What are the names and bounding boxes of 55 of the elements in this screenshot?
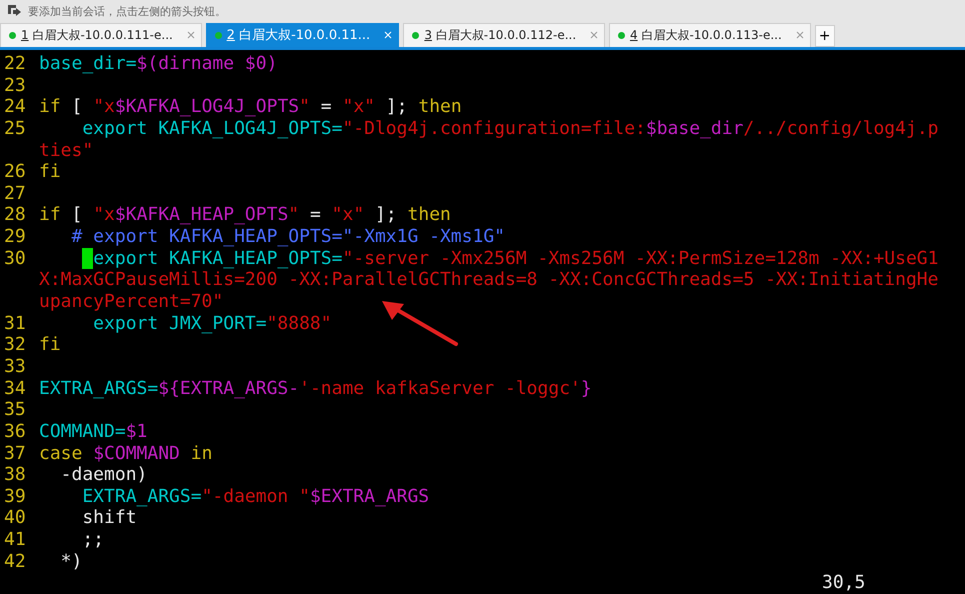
code-line: export JMX_PORT="8888" bbox=[92, 312, 332, 334]
code-line: upancyPercent=70" bbox=[39, 291, 224, 313]
code-line: fi bbox=[39, 334, 61, 356]
close-icon[interactable] bbox=[796, 31, 804, 40]
code-line: base_dir=$(dirname $0) bbox=[39, 52, 278, 75]
line-number: 28 bbox=[3, 204, 27, 226]
code-line: -daemon) bbox=[60, 464, 148, 486]
line-number: 38 bbox=[3, 464, 27, 486]
toolbar-hint: 要添加当前会话，点击左侧的箭头按钮。 bbox=[28, 4, 226, 19]
code-line: export KAFKA_LOG4J_OPTS="-Dlog4j.configuration=file:$base_dir/../config/log4j.p bbox=[81, 118, 938, 140]
code-line: shift bbox=[81, 507, 137, 530]
code-line: case $COMMAND in bbox=[39, 442, 212, 464]
code-line: ties" bbox=[39, 140, 94, 162]
code-line: export KAFKA_HEAP_OPTS="-server -Xmx256M -Xms256M -XX:PermSize=128m -XX:+UseG1 bbox=[39, 248, 938, 270]
status-dot bbox=[9, 32, 16, 39]
line-number: 27 bbox=[3, 182, 27, 204]
line-number: 36 bbox=[3, 420, 27, 443]
line-number: 26 bbox=[3, 161, 27, 183]
line-number: 35 bbox=[3, 399, 27, 421]
cursor-position: 30,5 bbox=[822, 572, 866, 594]
line-number: 40 bbox=[3, 507, 27, 530]
close-icon[interactable] bbox=[186, 31, 195, 40]
session-tab[interactable]: 1 白眉大叔-10.0.0.111-e... bbox=[0, 22, 202, 47]
status-dot bbox=[618, 32, 625, 39]
line-number: 37 bbox=[3, 442, 27, 464]
status-dot bbox=[214, 32, 222, 39]
session-tab[interactable]: 2 白眉大叔-10.0.0.11... bbox=[206, 22, 400, 47]
code-line: fi bbox=[39, 161, 61, 183]
line-number: 24 bbox=[3, 96, 27, 118]
line-number: 25 bbox=[3, 118, 27, 140]
line-number: 29 bbox=[3, 226, 27, 248]
code-line: COMMAND=$1 bbox=[39, 420, 148, 443]
code-line: X:MaxGCPauseMillis=200 -XX:ParallelGCThreads=8 -XX:ConcGCThreads=5 -XX:InitiatingHe bbox=[39, 269, 938, 292]
status-dot bbox=[412, 32, 420, 39]
code-line: EXTRA_ARGS=${EXTRA_ARGS-'-name kafkaServer -loggc'} bbox=[39, 378, 592, 400]
line-number: 23 bbox=[3, 74, 27, 96]
code-line: if [ "x$KAFKA_LOG4J_OPTS" = "x" ]; then bbox=[39, 96, 462, 118]
line-number: 39 bbox=[3, 486, 27, 508]
code-line: # export KAFKA_HEAP_OPTS="-Xmx1G -Xms1G" bbox=[70, 226, 505, 248]
line-number: 22 bbox=[3, 52, 27, 75]
code-line: *) bbox=[60, 550, 82, 572]
line-number: 34 bbox=[3, 378, 27, 400]
line-number: 32 bbox=[3, 334, 27, 356]
code-line: ;; bbox=[81, 529, 104, 551]
line-number: 42 bbox=[3, 550, 27, 572]
session-tab[interactable]: 4 白眉大叔-10.0.0.113-e... bbox=[608, 22, 811, 47]
line-number: 30 bbox=[3, 248, 27, 270]
session-tab[interactable]: 3 白眉大叔-10.0.0.112-e... bbox=[403, 22, 605, 47]
close-icon[interactable] bbox=[590, 31, 598, 40]
line-number: 41 bbox=[3, 529, 27, 551]
code-line: EXTRA_ARGS="-daemon "$EXTRA_ARGS bbox=[81, 486, 430, 508]
line-number: 31 bbox=[3, 312, 27, 334]
code-line: if [ "x$KAFKA_HEAP_OPTS" = "x" ]; then bbox=[39, 204, 451, 226]
new-tab-button[interactable]: + bbox=[814, 24, 835, 47]
line-number: 33 bbox=[3, 356, 27, 378]
